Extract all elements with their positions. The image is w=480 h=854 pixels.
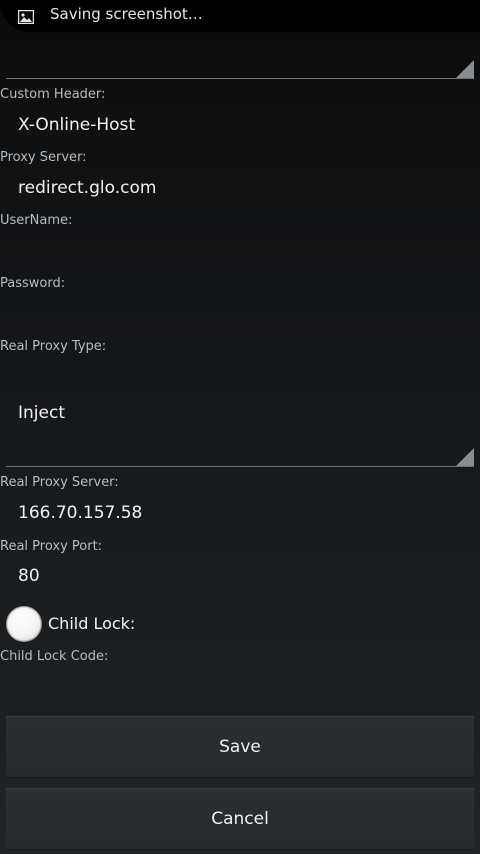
proxy-server-value: redirect.glo.com [18, 178, 157, 198]
real-proxy-type-underline [6, 466, 474, 467]
custom-header-value: X-Online-Host [18, 115, 136, 135]
username-label: UserName: [0, 213, 73, 228]
real-proxy-type-value: Inject [18, 403, 65, 423]
real-proxy-port-value: 80 [18, 566, 40, 586]
top-spinner-dropdown-icon [456, 60, 474, 78]
notification-text: Saving screenshot… [50, 5, 203, 23]
real-proxy-type-dropdown-icon [456, 448, 474, 466]
custom-header-label: Custom Header: [0, 87, 106, 102]
real-proxy-type-spinner[interactable] [6, 362, 474, 466]
real-proxy-port-input[interactable] [6, 557, 474, 591]
image-icon [18, 10, 34, 24]
proxy-server-label: Proxy Server: [0, 150, 87, 165]
password-input[interactable] [6, 295, 474, 329]
top-spinner-underline [6, 78, 474, 79]
child-lock-checkbox[interactable] [6, 606, 42, 642]
cancel-button[interactable]: Cancel [6, 788, 474, 850]
child-lock-code-label: Child Lock Code: [0, 649, 109, 664]
top-spinner[interactable] [6, 40, 474, 74]
child-lock-label: Child Lock: [48, 614, 136, 633]
real-proxy-port-label: Real Proxy Port: [0, 539, 103, 554]
child-lock-code-input[interactable] [6, 668, 474, 702]
real-proxy-type-label: Real Proxy Type: [0, 339, 107, 354]
username-input[interactable] [6, 232, 474, 266]
real-proxy-server-value: 166.70.157.58 [18, 503, 143, 523]
real-proxy-server-label: Real Proxy Server: [0, 475, 119, 490]
password-label: Password: [0, 276, 66, 291]
save-button[interactable]: Save [6, 716, 474, 778]
